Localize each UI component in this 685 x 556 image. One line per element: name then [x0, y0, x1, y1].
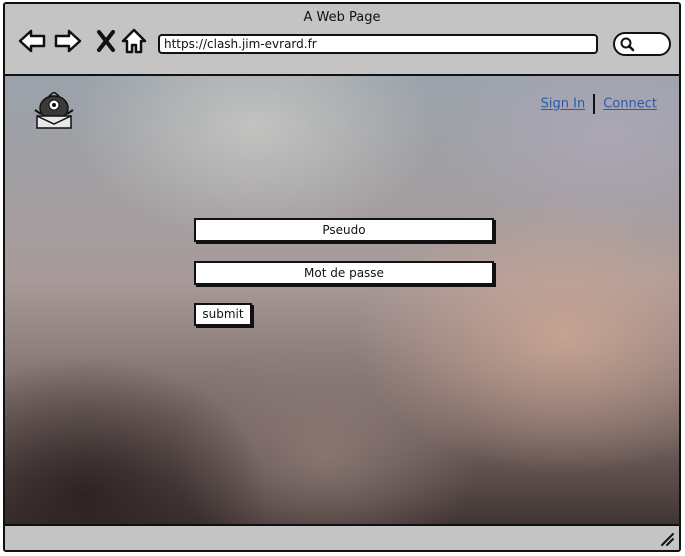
submit-button[interactable]: submit: [194, 303, 252, 326]
nav-divider: [593, 94, 596, 114]
password-field[interactable]: Mot de passe: [194, 261, 494, 285]
browser-window: A Web Page https://clash.jim-evrard.fr S…: [3, 2, 681, 552]
pseudo-field[interactable]: Pseudo: [194, 218, 494, 242]
search-icon: [620, 37, 635, 52]
forward-arrow-icon[interactable]: [53, 26, 83, 56]
robot-mascot-logo-icon: [34, 92, 74, 129]
browser-toolbar: A Web Page https://clash.jim-evrard.fr: [5, 4, 679, 76]
resize-grip-icon[interactable]: [659, 531, 675, 547]
header-nav: Sign In Connect: [541, 94, 657, 114]
window-title: A Web Page: [303, 10, 381, 25]
page-content: Sign In Connect Pseudo Mot de passe submi…: [5, 76, 679, 530]
back-arrow-icon[interactable]: [17, 26, 47, 56]
status-bar: [5, 524, 679, 550]
url-input[interactable]: https://clash.jim-evrard.fr: [158, 34, 598, 54]
connect-link[interactable]: Connect: [603, 97, 657, 112]
browser-search-button[interactable]: [613, 32, 671, 56]
home-icon[interactable]: [119, 26, 149, 56]
close-icon[interactable]: [91, 26, 121, 56]
sign-in-link[interactable]: Sign In: [541, 97, 586, 112]
